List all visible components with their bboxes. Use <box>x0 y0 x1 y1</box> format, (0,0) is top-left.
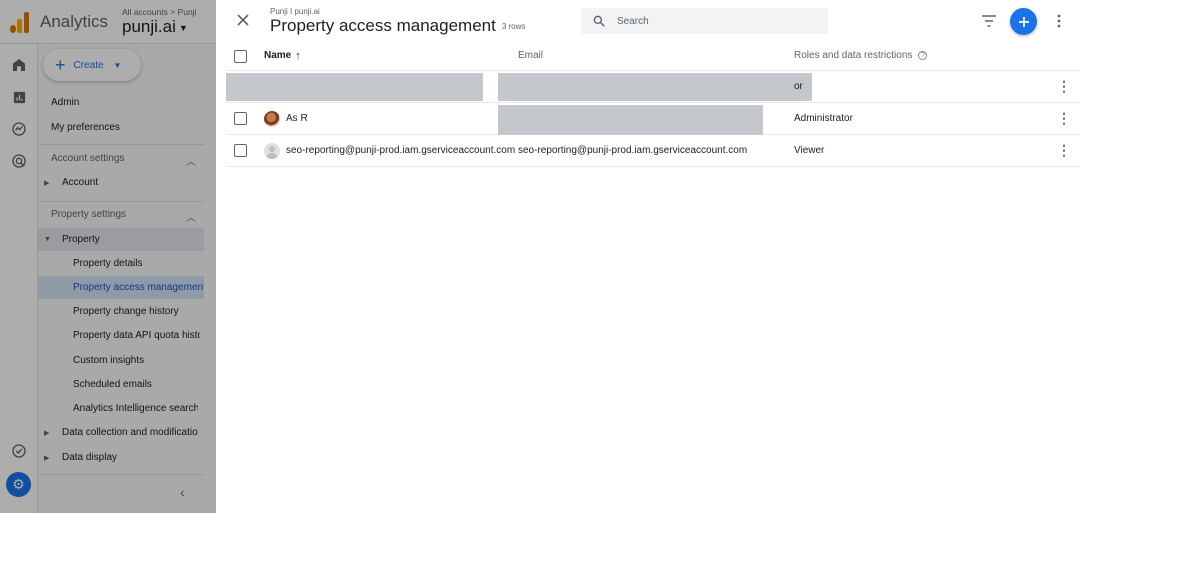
plus-icon <box>1018 16 1029 27</box>
row-role: or <box>794 81 803 92</box>
column-header-roles[interactable]: Roles and data restrictions? <box>794 41 928 70</box>
row-count: 3 rows <box>501 22 526 32</box>
table-row[interactable]: seo-reporting@punji-prod.iam.gserviceacc… <box>226 135 1079 167</box>
table-header-row: Name ↑ Email Roles and data restrictions? <box>226 41 1079 71</box>
row-checkbox[interactable] <box>234 112 247 125</box>
row-more-icon[interactable]: ⋮ <box>1057 103 1071 134</box>
redacted-email <box>498 105 763 135</box>
row-name-text: As R <box>286 113 308 124</box>
row-name: seo-reporting@punji-prod.iam.gserviceacc… <box>264 135 515 166</box>
search-input[interactable] <box>617 15 817 27</box>
column-header-label: Roles and data restrictions <box>794 50 913 61</box>
page-title: Property access management 3 rows <box>270 16 525 36</box>
row-name-text: seo-reporting@punji-prod.iam.gserviceacc… <box>286 145 516 156</box>
column-header-email[interactable]: Email <box>518 41 543 70</box>
app-root: Analytics All accounts > Punji punji.ai ▼… <box>0 0 1200 513</box>
panel-breadcrumb: Punji I punji.ai <box>270 7 320 16</box>
avatar <box>264 110 280 127</box>
row-role: Administrator <box>794 113 853 124</box>
close-icon[interactable] <box>233 10 253 30</box>
page-title-text: Property access management <box>270 16 496 35</box>
row-email: seo-reporting@punji-prod.iam.gserviceacc… <box>518 145 748 156</box>
row-role: Viewer <box>794 145 825 156</box>
table-row[interactable]: or ⋮ <box>226 71 1079 103</box>
column-header-label: Name <box>264 50 292 61</box>
avatar <box>264 142 280 159</box>
row-name: As R <box>264 103 308 134</box>
modal-scrim[interactable] <box>0 0 216 513</box>
redacted-name <box>226 73 483 101</box>
row-checkbox[interactable] <box>234 144 247 157</box>
row-more-icon[interactable]: ⋮ <box>1057 71 1071 102</box>
more-vert-icon[interactable] <box>1048 10 1070 32</box>
column-header-name[interactable]: Name ↑ <box>264 41 301 70</box>
search-box[interactable] <box>581 8 828 34</box>
access-management-drawer: Punji I punji.ai Property access managem… <box>216 0 1200 513</box>
redacted-email <box>498 73 812 101</box>
select-all-checkbox[interactable] <box>234 50 247 63</box>
row-more-icon[interactable]: ⋮ <box>1057 135 1071 166</box>
users-table: Name ↑ Email Roles and data restrictions?… <box>226 41 1079 167</box>
arrow-up-icon: ↑ <box>295 49 301 62</box>
table-row[interactable]: As R Administrator ⋮ <box>226 103 1079 135</box>
help-icon[interactable]: ? <box>918 51 928 60</box>
filter-icon[interactable] <box>978 10 1000 32</box>
search-icon <box>591 13 607 29</box>
add-user-button[interactable] <box>1010 8 1037 35</box>
